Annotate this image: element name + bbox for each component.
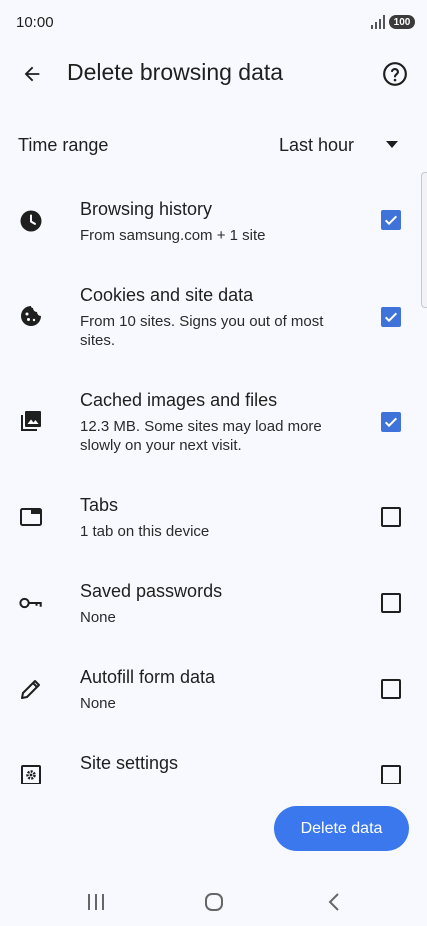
delete-data-button[interactable]: Delete data xyxy=(274,806,409,851)
app-bar: Delete browsing data xyxy=(0,46,427,102)
checkbox[interactable] xyxy=(381,593,401,613)
recent-apps-button[interactable] xyxy=(84,890,108,914)
status-icons: 100 xyxy=(371,15,415,29)
checkbox[interactable] xyxy=(381,412,401,432)
option-description: 1 tab on this device xyxy=(80,523,210,540)
option-cookies[interactable]: Cookies and site data From 10 sites. Sig… xyxy=(0,274,420,360)
check-icon xyxy=(384,312,398,323)
option-title: Browsing history xyxy=(80,199,213,219)
time-range-value: Last hour xyxy=(279,135,355,155)
battery-icon: 100 xyxy=(389,15,415,29)
option-description: From 10 sites. Signs you out of most sit… xyxy=(80,313,324,349)
checkbox[interactable] xyxy=(381,507,401,527)
dropdown-arrow-icon xyxy=(386,141,398,148)
option-saved-passwords[interactable]: Saved passwords None xyxy=(0,570,420,656)
option-description: From samsung.com + 1 site xyxy=(80,227,266,244)
clock-icon xyxy=(19,209,43,233)
option-site-settings[interactable]: Site settings xyxy=(0,742,420,784)
checkbox[interactable] xyxy=(381,307,401,327)
key-icon xyxy=(19,591,43,615)
home-icon xyxy=(205,893,223,911)
option-title: Saved passwords xyxy=(80,581,223,601)
time-range-label: Time range xyxy=(18,135,109,155)
option-title: Site settings xyxy=(80,753,179,773)
option-cached-images[interactable]: Cached images and files 12.3 MB. Some si… xyxy=(0,379,420,465)
options-list: Browsing history From samsung.com + 1 si… xyxy=(0,172,427,784)
cookie-icon xyxy=(19,304,43,328)
site-settings-icon xyxy=(19,763,43,784)
tab-icon xyxy=(19,505,43,529)
pencil-icon xyxy=(19,677,43,701)
help-icon xyxy=(383,62,407,86)
time-range-row: Time range Last hour xyxy=(0,118,427,172)
home-button[interactable] xyxy=(202,890,226,914)
option-tabs[interactable]: Tabs 1 tab on this device xyxy=(0,484,420,570)
checkbox[interactable] xyxy=(381,765,401,784)
option-description: None xyxy=(80,695,116,712)
help-button[interactable] xyxy=(375,54,415,94)
checkbox[interactable] xyxy=(381,679,401,699)
signal-icon xyxy=(371,15,385,29)
option-title: Cookies and site data xyxy=(80,285,254,305)
option-title: Autofill form data xyxy=(80,667,216,687)
option-description: 12.3 MB. Some sites may load more slowly… xyxy=(80,418,322,454)
recent-apps-icon xyxy=(88,894,104,910)
status-bar: 10:00 100 xyxy=(0,0,427,46)
back-arrow-icon xyxy=(24,66,40,82)
check-icon xyxy=(384,215,398,226)
check-icon xyxy=(384,417,398,428)
status-time: 10:00 xyxy=(16,14,54,31)
option-description: None xyxy=(80,609,116,626)
checkbox[interactable] xyxy=(381,210,401,230)
option-title: Tabs xyxy=(80,495,119,515)
time-range-dropdown[interactable]: Last hour xyxy=(270,124,410,166)
page-title: Delete browsing data xyxy=(67,59,284,85)
chevron-left-icon xyxy=(328,893,339,911)
option-autofill[interactable]: Autofill form data None xyxy=(0,656,420,742)
option-browsing-history[interactable]: Browsing history From samsung.com + 1 si… xyxy=(0,188,420,274)
system-back-button[interactable] xyxy=(322,890,346,914)
navigation-bar xyxy=(0,876,427,926)
images-icon xyxy=(19,409,43,433)
back-button[interactable] xyxy=(12,54,52,94)
option-title: Cached images and files xyxy=(80,390,278,410)
